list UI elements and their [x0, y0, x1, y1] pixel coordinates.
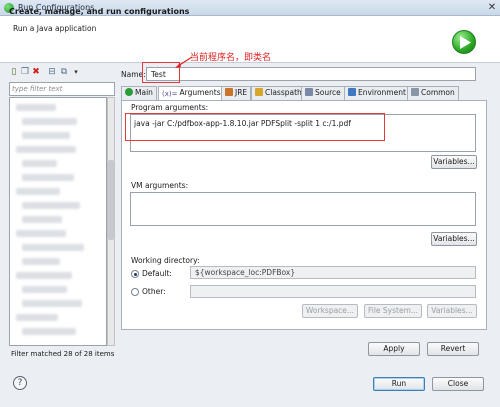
working-directory-label: Working directory:: [131, 256, 200, 265]
tree-item[interactable]: [22, 300, 82, 307]
new-config-icon[interactable]: ▯: [9, 67, 19, 78]
file-system-button[interactable]: File System...: [364, 304, 422, 318]
view-menu-icon[interactable]: ▾: [71, 67, 81, 78]
filter-config-icon[interactable]: ⧉: [59, 67, 69, 78]
tree-item[interactable]: [22, 118, 77, 125]
tab-main[interactable]: Main: [121, 86, 157, 100]
tree-item[interactable]: [22, 286, 67, 293]
arguments-highlight-box: [125, 113, 385, 141]
tab-arguments[interactable]: (x)= Arguments: [158, 86, 225, 101]
tab-classpath[interactable]: Classpath: [251, 86, 306, 100]
default-directory-field: ${workspace_loc:PDFBox}: [190, 266, 476, 279]
config-tree[interactable]: [9, 97, 107, 346]
tab-environment[interactable]: Environment: [344, 86, 410, 100]
filter-status: Filter matched 28 of 28 items: [11, 350, 115, 358]
filter-input[interactable]: type filter text: [9, 82, 115, 96]
tree-item[interactable]: [22, 258, 60, 265]
default-radio[interactable]: [131, 270, 139, 278]
tree-item[interactable]: [22, 132, 70, 139]
default-label: Default:: [142, 269, 172, 278]
source-tab-icon: [305, 88, 313, 96]
program-arguments-label: Program arguments:: [131, 103, 209, 112]
config-tabs: Main (x)= Arguments JRE Classpath Source …: [121, 86, 487, 101]
other-directory-field[interactable]: [190, 285, 476, 298]
vm-arguments-textarea[interactable]: [130, 192, 476, 226]
collapse-all-icon[interactable]: ⊟: [47, 67, 57, 78]
tree-item[interactable]: [22, 160, 57, 167]
tree-item[interactable]: [22, 216, 62, 223]
annotation-arrow-icon: [175, 56, 193, 68]
workspace-button[interactable]: Workspace...: [302, 304, 358, 318]
tree-item[interactable]: [16, 314, 58, 321]
program-variables-button[interactable]: Variables...: [431, 155, 477, 169]
tree-item[interactable]: [22, 174, 74, 181]
tree-item[interactable]: [22, 244, 84, 251]
other-label: Other:: [142, 287, 166, 296]
default-directory-value: ${workspace_loc:PDFBox}: [195, 268, 296, 277]
classpath-tab-icon: [255, 88, 263, 96]
name-input[interactable]: Test: [146, 67, 476, 81]
tab-common[interactable]: Common: [407, 86, 459, 100]
revert-button[interactable]: Revert: [427, 342, 479, 356]
tree-item[interactable]: [16, 230, 66, 237]
tab-source[interactable]: Source: [301, 86, 345, 100]
tree-item[interactable]: [16, 188, 60, 195]
annotation-text: 当前程序名，即类名: [190, 53, 272, 63]
vm-arguments-label: VM arguments:: [131, 181, 189, 190]
arguments-tab-icon: (x)=: [162, 90, 178, 98]
common-tab-icon: [411, 88, 419, 96]
delete-config-icon[interactable]: ✖: [31, 67, 41, 78]
close-window-icon[interactable]: ✕: [486, 1, 498, 14]
run-button[interactable]: Run: [373, 377, 425, 391]
directory-variables-button[interactable]: Variables...: [427, 304, 477, 318]
main-tab-icon: [125, 88, 133, 96]
vm-variables-button[interactable]: Variables...: [431, 232, 477, 246]
run-icon: [452, 30, 476, 54]
help-icon[interactable]: ?: [13, 376, 27, 390]
apply-button[interactable]: Apply: [368, 342, 420, 356]
duplicate-config-icon[interactable]: ❐: [20, 67, 30, 78]
other-radio[interactable]: [131, 288, 139, 296]
close-button[interactable]: Close: [432, 377, 484, 391]
tree-item[interactable]: [16, 104, 56, 111]
jre-tab-icon: [225, 88, 233, 96]
tree-item[interactable]: [16, 272, 72, 279]
tree-item[interactable]: [22, 202, 80, 209]
config-toolbar: ▯ ❐ ✖ ⊟ ⧉ ▾: [5, 66, 115, 80]
environment-tab-icon: [348, 88, 356, 96]
header-subtitle: Run a Java application: [13, 24, 97, 33]
tree-item[interactable]: [22, 328, 76, 335]
tab-jre[interactable]: JRE: [221, 86, 252, 100]
header-title: Create, manage, and run configurations: [9, 7, 190, 16]
tree-scrollbar-thumb[interactable]: [108, 160, 114, 240]
tree-item[interactable]: [16, 146, 76, 153]
